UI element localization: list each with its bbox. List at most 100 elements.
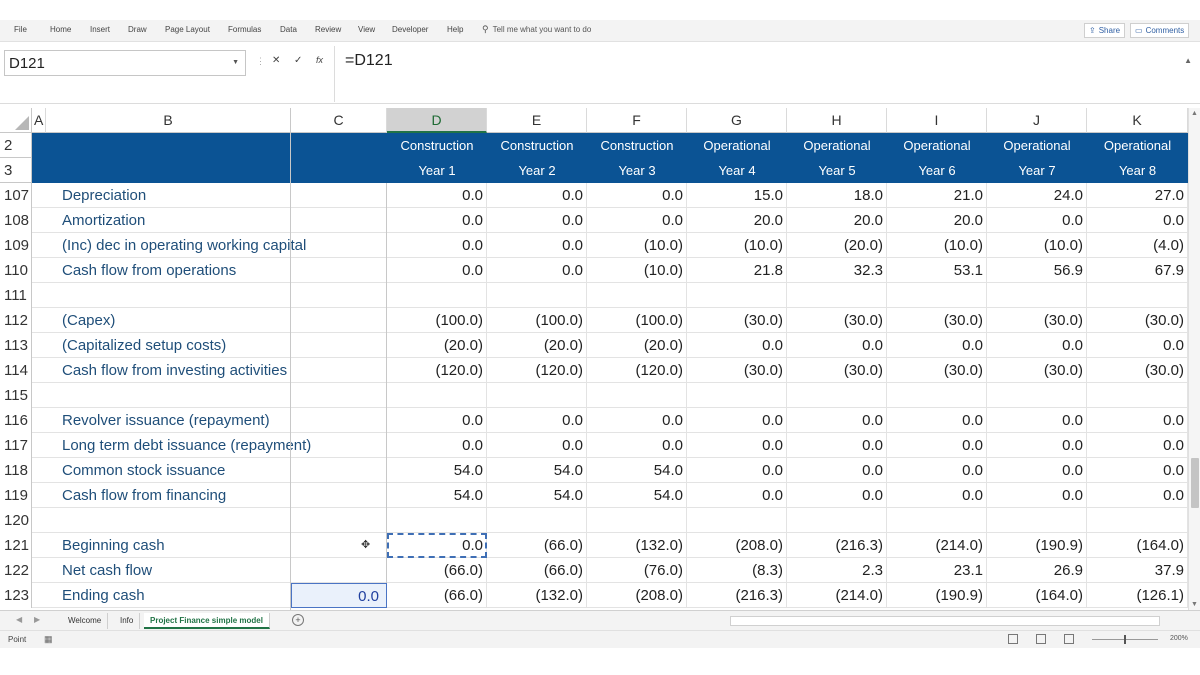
zoom-level[interactable]: 200% <box>1170 635 1188 642</box>
row-label[interactable]: (Capitalized setup costs) <box>46 333 291 358</box>
cell-value[interactable]: (120.0) <box>487 358 587 383</box>
cell-value[interactable]: (30.0) <box>687 308 787 333</box>
cell-c[interactable] <box>291 533 387 558</box>
column-header-i[interactable]: I <box>887 108 987 133</box>
header-cell[interactable]: Construction <box>487 133 587 158</box>
header-cell[interactable]: Operational <box>787 133 887 158</box>
cell-value[interactable] <box>887 508 987 533</box>
cell-value[interactable]: (10.0) <box>987 233 1087 258</box>
header-cell[interactable]: Year 7 <box>987 158 1087 183</box>
normal-view-icon[interactable] <box>1008 634 1018 644</box>
row-label[interactable]: Cash flow from financing <box>46 483 291 508</box>
cell-value[interactable]: (30.0) <box>987 358 1087 383</box>
row-number[interactable]: 120 <box>0 508 32 533</box>
row-label[interactable]: Beginning cash <box>46 533 291 558</box>
header-cell[interactable]: Operational <box>687 133 787 158</box>
column-header-j[interactable]: J <box>987 108 1087 133</box>
cell-value[interactable]: 0.0 <box>387 258 487 283</box>
cell-value[interactable]: (120.0) <box>387 358 487 383</box>
menu-draw[interactable]: Draw <box>128 25 147 34</box>
cell-c[interactable] <box>291 558 387 583</box>
chevron-down-icon[interactable]: ▼ <box>232 59 239 66</box>
cell-value[interactable]: 0.0 <box>987 458 1087 483</box>
cell-c[interactable] <box>291 483 387 508</box>
cell-value[interactable]: 18.0 <box>787 183 887 208</box>
cell-value[interactable]: 0.0 <box>987 433 1087 458</box>
cell-value[interactable]: (30.0) <box>987 308 1087 333</box>
function-icon[interactable]: fx <box>316 55 323 65</box>
cell-value[interactable]: 0.0 <box>987 483 1087 508</box>
cell-value[interactable]: 2.3 <box>787 558 887 583</box>
cell-value[interactable]: 0.0 <box>987 208 1087 233</box>
cell-value[interactable]: 0.0 <box>1087 458 1188 483</box>
cell-c[interactable] <box>291 183 387 208</box>
cell-value[interactable]: 21.8 <box>687 258 787 283</box>
next-sheet-icon[interactable]: ▶ <box>34 615 40 624</box>
row-number[interactable]: 107 <box>0 183 32 208</box>
menu-file[interactable]: File <box>14 25 27 34</box>
column-header-e[interactable]: E <box>487 108 587 133</box>
tell-me-search[interactable]: ⚲ Tell me what you want to do <box>482 24 591 35</box>
cell-value[interactable]: 23.1 <box>887 558 987 583</box>
cell-value[interactable]: (20.0) <box>787 233 887 258</box>
cell-c[interactable]: 0.0 <box>291 583 387 608</box>
cell-value[interactable]: (20.0) <box>587 333 687 358</box>
row-number[interactable]: 117 <box>0 433 32 458</box>
spreadsheet-grid[interactable]: A B C D E F G H I J K 2 Construction Construction Cons… <box>0 108 1188 610</box>
row-number[interactable]: 2 <box>0 133 32 158</box>
scroll-up-icon[interactable]: ▲ <box>1191 110 1198 117</box>
row-label[interactable]: Common stock issuance <box>46 458 291 483</box>
row-number[interactable]: 118 <box>0 458 32 483</box>
cell-value[interactable]: 0.0 <box>787 408 887 433</box>
menu-insert[interactable]: Insert <box>90 25 110 34</box>
header-cell[interactable]: Year 5 <box>787 158 887 183</box>
cell-c[interactable] <box>291 308 387 333</box>
cell-value[interactable]: 54.0 <box>587 458 687 483</box>
cell-c[interactable] <box>291 508 387 533</box>
cell-value[interactable]: 0.0 <box>787 333 887 358</box>
menu-page-layout[interactable]: Page Layout <box>165 25 210 34</box>
cell-value[interactable]: 20.0 <box>787 208 887 233</box>
header-cell[interactable]: Operational <box>1087 133 1188 158</box>
cell-value[interactable]: 0.0 <box>787 458 887 483</box>
header-cell[interactable]: Year 3 <box>587 158 687 183</box>
add-sheet-icon[interactable]: + <box>292 614 304 626</box>
cell-value[interactable]: (100.0) <box>387 308 487 333</box>
column-header-a[interactable]: A <box>32 108 46 133</box>
cell-c[interactable] <box>291 433 387 458</box>
cell-value[interactable]: 0.0 <box>1087 208 1188 233</box>
cell-value[interactable]: (132.0) <box>487 583 587 608</box>
horizontal-scrollbar[interactable] <box>730 616 1160 626</box>
page-break-view-icon[interactable] <box>1064 634 1074 644</box>
cell-value[interactable]: 54.0 <box>487 483 587 508</box>
cell-value[interactable]: (30.0) <box>887 358 987 383</box>
cell-value[interactable]: 0.0 <box>1087 433 1188 458</box>
select-all-corner[interactable] <box>0 108 32 133</box>
cell-value[interactable]: 20.0 <box>887 208 987 233</box>
cell-value[interactable]: 0.0 <box>587 183 687 208</box>
menu-formulas[interactable]: Formulas <box>228 25 261 34</box>
cell-c[interactable] <box>291 208 387 233</box>
row-label[interactable]: Amortization <box>46 208 291 233</box>
header-cell[interactable]: Year 2 <box>487 158 587 183</box>
cell-value[interactable] <box>987 508 1087 533</box>
cell-value[interactable]: (30.0) <box>1087 358 1188 383</box>
cell-value[interactable]: (208.0) <box>587 583 687 608</box>
row-label[interactable]: Cash flow from operations <box>46 258 291 283</box>
row-number[interactable]: 116 <box>0 408 32 433</box>
cell-value[interactable]: (190.9) <box>987 533 1087 558</box>
cell-value[interactable]: 0.0 <box>987 333 1087 358</box>
cell-value[interactable]: 0.0 <box>387 433 487 458</box>
sheet-tab-info[interactable]: Info <box>114 613 141 629</box>
column-header-k[interactable]: K <box>1087 108 1188 133</box>
cell-c[interactable] <box>291 283 387 308</box>
cell-value[interactable]: 0.0 <box>687 483 787 508</box>
row-number[interactable]: 110 <box>0 258 32 283</box>
cell-value[interactable]: (190.9) <box>887 583 987 608</box>
cell-value[interactable]: (20.0) <box>387 333 487 358</box>
row-number[interactable]: 111 <box>0 283 32 308</box>
share-button[interactable]: ⇪ Share <box>1084 23 1126 38</box>
column-header-g[interactable]: G <box>687 108 787 133</box>
cell-value[interactable]: 37.9 <box>1087 558 1188 583</box>
cell-value[interactable] <box>587 508 687 533</box>
